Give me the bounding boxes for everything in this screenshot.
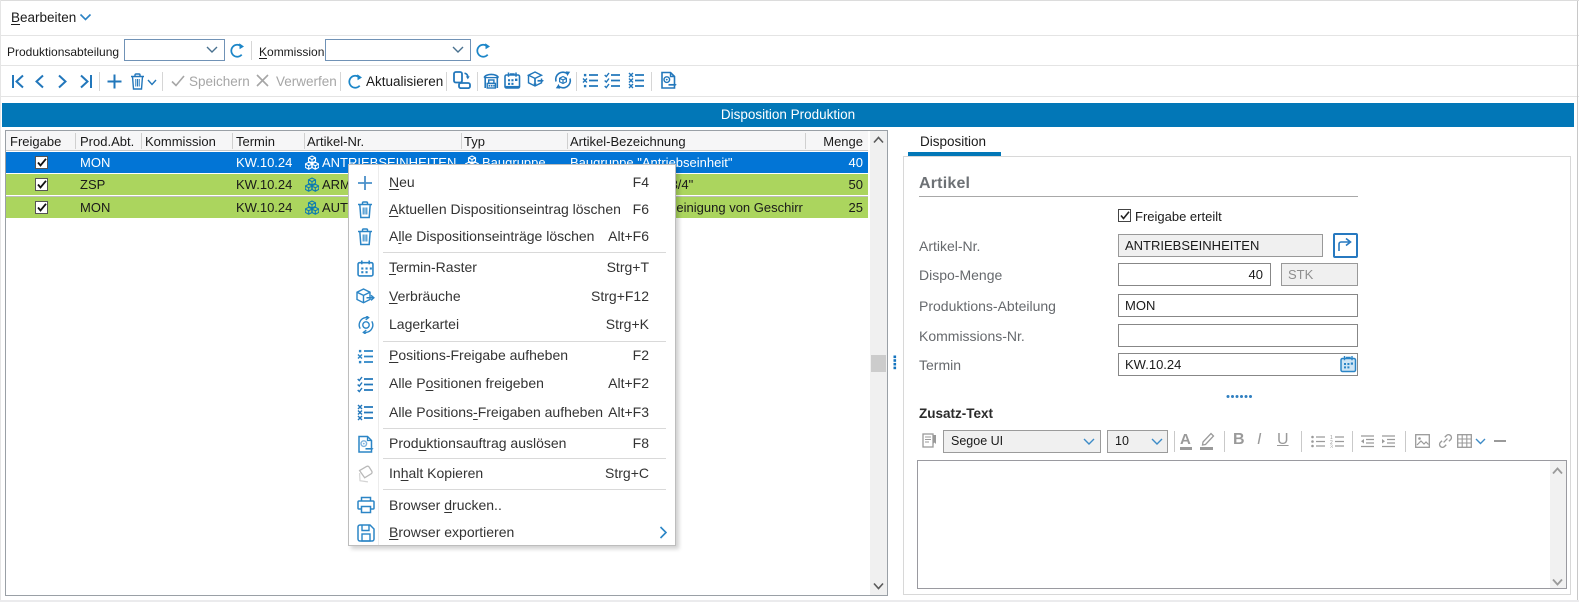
svg-text:3: 3 [1330,445,1333,449]
